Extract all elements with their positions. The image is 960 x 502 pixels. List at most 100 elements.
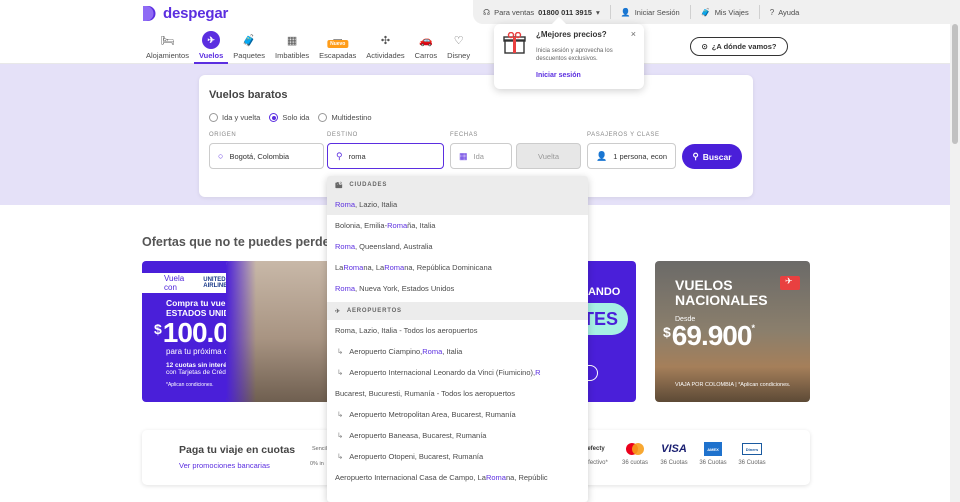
map-pin-icon: ⊙ (701, 42, 708, 51)
visa-icon: VISA (661, 443, 687, 455)
headset-icon: ☊ (483, 7, 491, 17)
item-text: , Lazio, Italia (355, 200, 398, 209)
united-currency: $ (154, 321, 162, 337)
trip-type-selector: Ida y vuelta Solo ida Multidestino (209, 113, 372, 122)
promo-login-link[interactable]: Iniciar sesión (536, 72, 581, 79)
amex-icon: AMEX (704, 442, 722, 456)
payment-caption: 36 Cuotas (699, 460, 727, 466)
city-suggestion[interactable]: Roma, Queensland, Australia (327, 236, 588, 257)
search-title: Vuelos baratos (209, 89, 288, 101)
cities-header: 🏙 CIUDADES (327, 176, 588, 194)
product-nav: 🛏 Alojamientos ✈ Vuelos 🧳 Paquetes ▦ Imbatibles… (141, 31, 475, 64)
national-flights-banner[interactable]: VUELOS NACIONALES Desde $69.900* VIAJA P… (655, 261, 810, 402)
despegar-logo[interactable]: despegar (141, 5, 228, 22)
origin-label: ORIGEN (209, 132, 237, 138)
trip-type-radio[interactable]: Solo ida (269, 113, 309, 122)
close-icon[interactable]: × (631, 29, 636, 39)
map-pin-icon: ⚲ (336, 150, 343, 161)
chevron-down-icon: ▾ (595, 7, 600, 17)
promo-text: Inicia sesión y aprovecha los descuentos… (536, 48, 613, 62)
photo-fade (226, 261, 256, 402)
trip-type-radio[interactable]: Multidestino (318, 113, 372, 122)
page-scrollbar[interactable] (950, 0, 960, 502)
nav-item-carros[interactable]: 🚗 Carros (410, 31, 443, 64)
destination-value: roma (348, 151, 366, 161)
airport-suggestion[interactable]: Aeropuerto Internacional Casa de Campo, … (327, 467, 588, 488)
item-text: Roma, Lazio, Italia - Todos los aeropuer… (335, 326, 478, 335)
radio-dot (269, 113, 279, 122)
origin-field[interactable]: ○ Bogotá, Colombia (209, 143, 324, 169)
bridge-photo (226, 261, 332, 402)
topbar-item[interactable]: 🧳 Mis Viajes (691, 5, 760, 19)
airports-header-label: AEROPUERTOS (346, 308, 402, 314)
national-currency: $ (663, 324, 671, 340)
nav-label: Vuelos (198, 51, 224, 60)
airport-suggestion[interactable]: ↳ Aeropuerto Baneasa, Bucarest, Rumanía (327, 425, 588, 446)
national-price: $69.900* (663, 320, 756, 352)
city-suggestion[interactable]: Roma, Nueva York, Estados Unidos (327, 278, 588, 299)
bank-promotions-link[interactable]: Ver promociones bancarias (179, 461, 270, 470)
nav-label: Paquetes (233, 51, 265, 60)
trip-type-label: Solo ida (282, 113, 310, 122)
nav-label: Escapadas (319, 51, 357, 60)
sub-arrow-icon: ↳ (337, 347, 344, 356)
search-button[interactable]: ⚲ Buscar (682, 144, 742, 169)
city-suggestion[interactable]: La Roma na, La Roma na, República Dominica… (327, 257, 588, 278)
city-suggestion[interactable]: Roma, Lazio, Italia (327, 194, 588, 215)
where-to-go-button[interactable]: ⊙ ¿A dónde vamos? (690, 37, 788, 56)
topbar-item[interactable]: ? Ayuda (760, 5, 810, 19)
nav-item-vuelos[interactable]: ✈ Vuelos (193, 31, 229, 64)
new-badge: Nuevo (327, 40, 349, 48)
disney-icon: ♡ (453, 34, 464, 47)
plane-badge-icon (780, 276, 800, 290)
scroll-thumb[interactable] (952, 24, 958, 144)
nav-item-actividades[interactable]: ✣ Actividades (361, 31, 409, 64)
search-icon: ⚲ (692, 151, 699, 161)
nav-item-disney[interactable]: ♡ Disney (442, 31, 475, 64)
topbar-item[interactable]: 👤 Iniciar Sesión (611, 5, 691, 19)
airport-suggestion[interactable]: Bucarest, Bucuresti, Rumanía - Todos los… (327, 383, 588, 404)
item-text: ña, Italia (407, 221, 436, 230)
airport-suggestion[interactable]: ↳ Aeropuerto Otopeni, Bucarest, Rumanía (327, 446, 588, 467)
logo-text: despegar (163, 5, 229, 22)
trip-type-radio[interactable]: Ida y vuelta (209, 113, 260, 122)
item-text: Aeropuerto Otopeni, Bucarest, Rumanía (349, 452, 484, 461)
nav-item-imbatibles[interactable]: ▦ Imbatibles (270, 31, 314, 64)
airport-suggestion[interactable]: ↳ Aeropuerto Internacional Leonardo da Vi… (327, 362, 588, 383)
dates-label: FECHAS (450, 132, 478, 138)
top-utility-bar: ☊ Para ventas 01800 011 3915 ▾ 👤 Iniciar Sesi… (473, 0, 951, 24)
airport-suggestion[interactable]: ↳ Aeropuerto Ciampino, Roma, Italia (327, 341, 588, 362)
item-text: Bucarest, Bucuresti, Rumanía - Todos los… (335, 389, 515, 398)
nav-item-escapadas[interactable]: ▭NuevoEscapadas (314, 31, 361, 64)
promo-title: ¿Mejores precios? (536, 30, 607, 39)
offers-title: Ofertas que no te puedes perde (142, 235, 330, 249)
bed-icon: 🛏 (160, 34, 175, 47)
person-icon: 👤 (596, 150, 608, 161)
nav-label: Disney (447, 51, 471, 60)
match-highlight: Roma (335, 200, 356, 209)
where-to-go-label: ¿A dónde vamos? (711, 42, 777, 51)
logo-mark-icon (143, 6, 156, 21)
destination-field[interactable]: ⚲ roma (327, 143, 444, 169)
item-text: Aeropuerto Baneasa, Bucarest, Rumanía (349, 431, 487, 440)
nav-item-alojamientos[interactable]: 🛏 Alojamientos (141, 31, 194, 64)
sales-phone: 01800 011 3915 (538, 7, 592, 17)
departure-date-field[interactable]: ▦ Ida (450, 143, 512, 169)
airport-suggestion[interactable]: ↳ Aeropuerto Metropolitan Area, Bucarest,… (327, 404, 588, 425)
airport-suggestion[interactable]: Roma, Lazio, Italia - Todos los aeropuer… (327, 320, 588, 341)
car-icon: 🚗 (419, 34, 433, 47)
item-text: Bolonia, Emilia- (335, 221, 388, 230)
national-footer: VIAJA POR COLOMBIA | *Aplican condicione… (675, 382, 791, 388)
middle-offer-banner[interactable]: RANDO TES (580, 261, 636, 402)
nav-item-paquetes[interactable]: 🧳 Paquetes (228, 31, 270, 64)
nav-label: Carros (414, 51, 438, 60)
passengers-field[interactable]: 👤 1 persona, econ (587, 143, 676, 169)
sub-arrow-icon: ↳ (337, 410, 344, 419)
topbar-item[interactable]: ☊ Para ventas 01800 011 3915 ▾ (473, 5, 611, 19)
match-highlight: R (535, 368, 541, 377)
match-highlight: Roma (335, 284, 356, 293)
radio-dot (318, 113, 328, 122)
city-suggestion[interactable]: Bolonia, Emilia- Roma ña, Italia (327, 215, 588, 236)
item-text: na, República Dominicana (404, 263, 492, 272)
nav-label: Imbatibles (274, 51, 310, 60)
